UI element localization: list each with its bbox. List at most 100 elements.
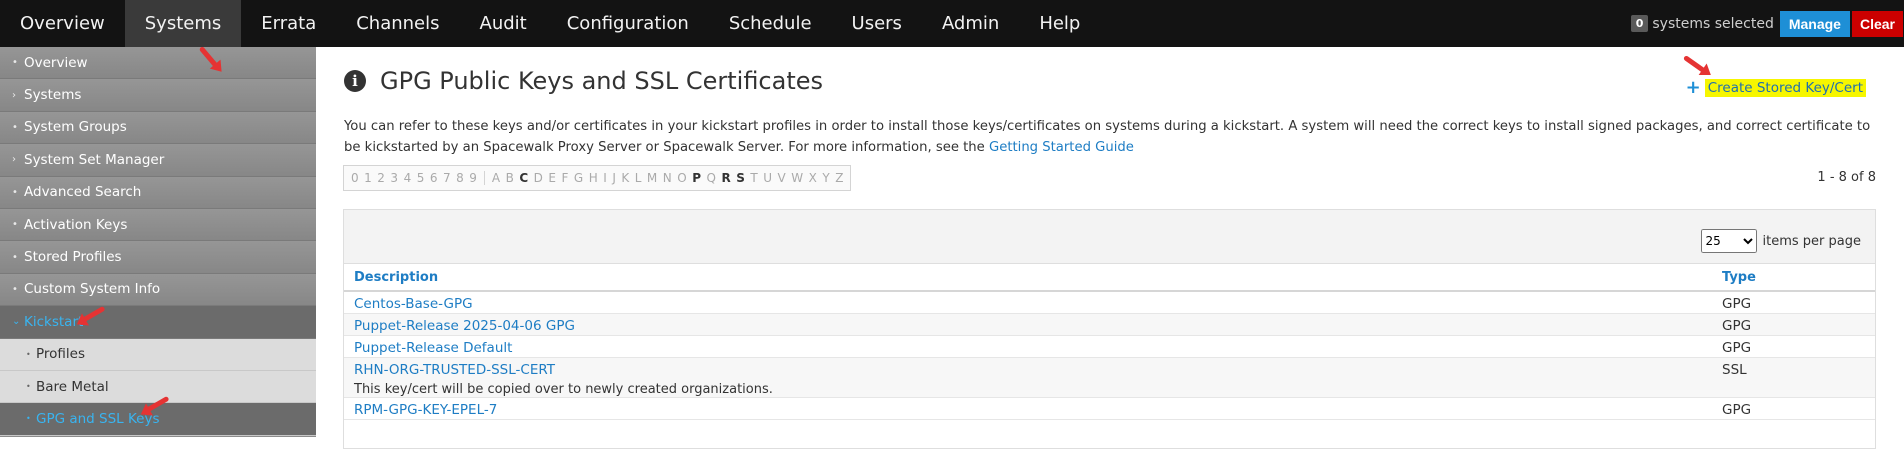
alphabar-letter[interactable]: C xyxy=(519,171,528,185)
key-link[interactable]: Centos-Base-GPG xyxy=(354,296,473,312)
alphabar-letter[interactable]: R xyxy=(721,171,730,185)
alphabar-letter: Y xyxy=(822,171,830,185)
alphabar-digit: 6 xyxy=(429,171,438,185)
sidebar-subitem-label: Profiles xyxy=(36,346,86,363)
alphabar-letter: E xyxy=(548,171,557,185)
alphabar-letter: M xyxy=(646,171,658,185)
chevron-right-icon: › xyxy=(12,154,16,166)
alphabar: 0123456789 ABCDEFGHIJKLMNOPQRSTUVWXYZ xyxy=(343,165,852,191)
sidebar-subitem-gpg-ssl-keys[interactable]: • GPG and SSL Keys xyxy=(0,403,316,436)
chevron-right-icon: › xyxy=(12,89,16,101)
column-header-description[interactable]: Description xyxy=(344,270,1712,285)
nav-help[interactable]: Help xyxy=(1019,0,1100,47)
alphabar-letter: W xyxy=(791,171,804,185)
nav-admin[interactable]: Admin xyxy=(922,0,1019,47)
alphabar-letters: ABCDEFGHIJKLMNOPQRSTUVWXYZ xyxy=(483,171,851,185)
nav-channels[interactable]: Channels xyxy=(336,0,459,47)
create-link-label: Create Stored Key/Cert xyxy=(1704,78,1866,97)
alphabar-letter: D xyxy=(533,171,543,185)
nav-users[interactable]: Users xyxy=(832,0,922,47)
alphabar-digit: 2 xyxy=(377,171,385,185)
alphabar-letter[interactable]: P xyxy=(692,171,701,185)
sidebar-item-label: Stored Profiles xyxy=(24,249,122,266)
cell-description: Centos-Base-GPG xyxy=(344,296,1712,313)
alphabar-digit: 4 xyxy=(403,171,412,185)
alphabar-letter: Q xyxy=(706,171,716,185)
sidebar-subitem-label: Bare Metal xyxy=(36,378,109,395)
cell-type: GPG xyxy=(1722,318,1752,334)
cell-type: GPG xyxy=(1722,402,1752,418)
cell-type: GPG xyxy=(1722,340,1752,356)
manage-button[interactable]: Manage xyxy=(1779,10,1850,37)
table-row: Centos-Base-GPG GPG xyxy=(344,292,1875,314)
alphabar-letter: L xyxy=(634,171,642,185)
table-row: RHN-ORG-TRUSTED-SSL-CERT This key/cert wi… xyxy=(344,358,1875,398)
cell-description: Puppet-Release 2025-04-06 GPG xyxy=(344,318,1712,335)
sidebar-item-advanced-search[interactable]: • Advanced Search xyxy=(0,176,316,209)
bullet-icon: • xyxy=(12,283,18,295)
alphabar-letter: N xyxy=(662,171,672,185)
nav-overview[interactable]: Overview xyxy=(0,0,125,47)
alphabar-letter: X xyxy=(808,171,817,185)
key-link[interactable]: RHN-ORG-TRUSTED-SSL-CERT xyxy=(354,362,555,378)
bullet-icon: • xyxy=(12,121,18,133)
sidebar-item-systems[interactable]: › Systems xyxy=(0,79,316,112)
alphabar-letter: J xyxy=(612,171,616,185)
page-description: You can refer to these keys and/or certi… xyxy=(344,116,1874,158)
sidebar-item-overview[interactable]: • Overview xyxy=(0,47,316,80)
nav-schedule[interactable]: Schedule xyxy=(709,0,832,47)
table-row: RPM-GPG-KEY-EPEL-7 GPG xyxy=(344,398,1875,420)
cell-type: GPG xyxy=(1722,296,1752,312)
alphabar-letter: G xyxy=(573,171,584,185)
sidebar-item-custom-system-info[interactable]: • Custom System Info xyxy=(0,273,316,307)
alphabar-letter[interactable]: S xyxy=(736,171,745,185)
alphabar-letter: F xyxy=(561,171,569,185)
chevron-down-icon: ⌄ xyxy=(12,316,21,328)
sidebar-item-label: Advanced Search xyxy=(24,184,142,201)
key-link[interactable]: Puppet-Release Default xyxy=(354,340,512,356)
sidebar-subitem-profiles[interactable]: • Profiles xyxy=(0,338,316,371)
items-per-page: 25 items per page xyxy=(1700,229,1861,253)
key-link[interactable]: RPM-GPG-KEY-EPEL-7 xyxy=(354,402,497,418)
bullet-icon: • xyxy=(12,57,18,69)
items-per-page-select[interactable]: 25 xyxy=(1700,229,1757,253)
cell-description: Puppet-Release Default xyxy=(344,340,1712,357)
table-header: Description Type xyxy=(344,264,1875,292)
alphabar-digit: 5 xyxy=(416,171,425,185)
ssm-status: 0 systems selected Manage Clear xyxy=(1630,0,1904,47)
bullet-icon: • xyxy=(26,414,31,424)
nav-errata[interactable]: Errata xyxy=(241,0,336,47)
nav-configuration[interactable]: Configuration xyxy=(547,0,709,47)
alphabar-letter: I xyxy=(603,171,607,185)
nav-audit[interactable]: Audit xyxy=(460,0,547,47)
clear-button[interactable]: Clear xyxy=(1851,10,1903,37)
main-content: i GPG Public Keys and SSL Certificates +… xyxy=(316,47,1904,449)
alphabar-letter: Z xyxy=(835,171,844,185)
sidebar-item-system-set-manager[interactable]: › System Set Manager xyxy=(0,144,316,177)
alphabar-letter: B xyxy=(505,171,514,185)
sidebar-item-label: Systems xyxy=(24,87,82,104)
sidebar-item-system-groups[interactable]: • System Groups xyxy=(0,111,316,145)
sidebar-item-label: Custom System Info xyxy=(24,281,161,298)
alphabar-digits: 0123456789 xyxy=(344,171,484,185)
table-row: Puppet-Release 2025-04-06 GPG GPG xyxy=(344,314,1875,336)
sidebar-item-kickstart[interactable]: ⌄ Kickstart xyxy=(0,306,316,339)
bullet-icon: • xyxy=(12,186,18,198)
alphabar-digit: 8 xyxy=(456,171,464,185)
key-link[interactable]: Puppet-Release 2025-04-06 GPG xyxy=(354,318,575,334)
selected-text: systems selected xyxy=(1652,15,1774,32)
sidebar-item-stored-profiles[interactable]: • Stored Profiles xyxy=(0,241,316,274)
table-body: Centos-Base-GPG GPG Puppet-Release 2025-04… xyxy=(344,292,1875,420)
column-header-type[interactable]: Type xyxy=(1712,270,1756,285)
title-row: i GPG Public Keys and SSL Certificates xyxy=(344,67,823,95)
create-stored-key-link[interactable]: + Create Stored Key/Cert xyxy=(1686,77,1866,98)
bullet-icon: • xyxy=(12,251,18,263)
alphabar-digit: 7 xyxy=(442,171,451,185)
page-title: GPG Public Keys and SSL Certificates xyxy=(380,67,824,95)
nav-systems[interactable]: Systems xyxy=(124,0,242,47)
sidebar-subitem-bare-metal[interactable]: • Bare Metal xyxy=(0,370,316,404)
sidebar-item-activation-keys[interactable]: • Activation Keys xyxy=(0,208,316,242)
table-toolbar: 25 items per page xyxy=(344,210,1875,264)
sidebar-item-label: Overview xyxy=(24,54,88,71)
getting-started-guide-link[interactable]: Getting Started Guide xyxy=(989,140,1134,155)
